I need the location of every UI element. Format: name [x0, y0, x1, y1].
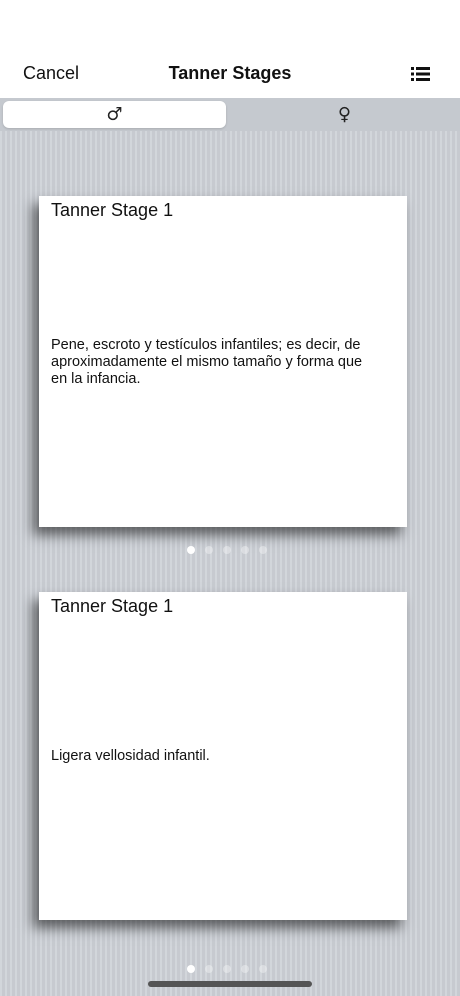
gender-segmented-control: ♂ ♀	[0, 98, 460, 131]
page-dot[interactable]	[223, 965, 231, 973]
list-icon-svg	[411, 67, 430, 81]
page-dot[interactable]	[259, 546, 267, 554]
card-title: Tanner Stage 1	[51, 200, 174, 220]
page-indicator[interactable]	[0, 965, 460, 975]
card-description: Pene, escroto y testículos infantiles; e…	[51, 337, 363, 387]
segment-female[interactable]: ♀	[232, 101, 457, 128]
page-dot[interactable]	[205, 546, 213, 554]
page-title: Tanner Stages	[168, 63, 292, 83]
page-indicator[interactable]	[0, 546, 460, 556]
page-dot[interactable]	[187, 965, 195, 973]
page-dot[interactable]	[223, 546, 231, 554]
page-dot[interactable]	[187, 546, 195, 554]
home-indicator[interactable]	[148, 981, 312, 987]
female-symbol-icon: ♀	[337, 104, 352, 125]
segment-male[interactable]: ♂	[3, 101, 226, 128]
list-icon[interactable]	[410, 66, 432, 82]
card-description: Ligera vellosidad infantil.	[51, 748, 210, 764]
navigation-bar: Cancel Tanner Stages	[0, 0, 460, 98]
page-dot[interactable]	[205, 965, 213, 973]
page-dot[interactable]	[259, 965, 267, 973]
pubic-hair-stage-card[interactable]: Tanner Stage 1 Ligera vellosidad infanti…	[39, 592, 407, 920]
page-dot[interactable]	[241, 546, 249, 554]
genital-stage-card[interactable]: Tanner Stage 1 Pene, escroto y testículo…	[39, 196, 407, 527]
card-title: Tanner Stage 1	[51, 596, 174, 616]
male-symbol-icon: ♂	[106, 104, 123, 125]
page-dot[interactable]	[241, 965, 249, 973]
